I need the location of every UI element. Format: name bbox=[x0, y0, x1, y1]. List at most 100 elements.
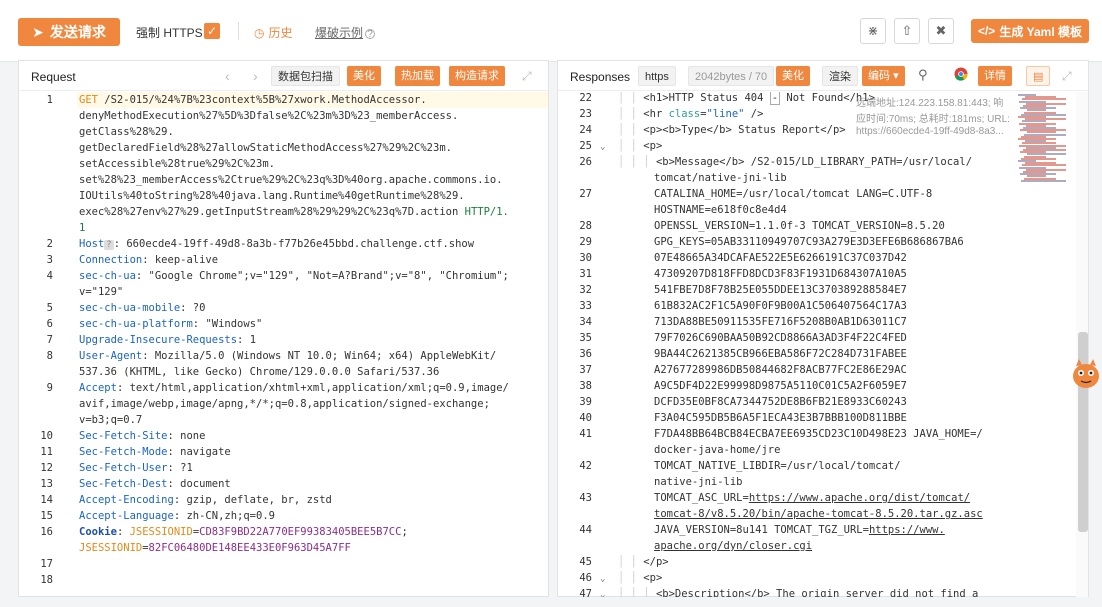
code-line: tomcat-8/v8.5.20/bin/apache-tomcat-8.5.2… bbox=[654, 508, 983, 520]
response-header: Responses https 2042bytes / 70 美化 渲染 编码 … bbox=[558, 61, 1088, 91]
line-number: 17 bbox=[40, 558, 53, 570]
render-button[interactable]: 渲染 bbox=[822, 66, 858, 86]
request-header: Request ‹ › 数据包扫描 美化 热加载 构造请求 ⤢ bbox=[19, 61, 548, 91]
history-button[interactable]: ◷ 历史 bbox=[254, 24, 293, 41]
send-label: 发送请求 bbox=[49, 24, 106, 40]
code-line: HOSTNAME=e618f0c8e4d4 bbox=[654, 204, 787, 216]
fold-chevron-icon[interactable]: ⌄ bbox=[600, 142, 605, 152]
code-line: GET /S2-015/%24%7B%23context%5B%27xwork.… bbox=[79, 94, 427, 106]
line-number: 8 bbox=[46, 350, 53, 362]
line-number: 5 bbox=[46, 302, 53, 314]
line-number: 23 bbox=[579, 108, 592, 120]
share-icon: ⋇ bbox=[867, 23, 879, 38]
code-line: avif,image/webp,image/apng,*/*;q=0.8,app… bbox=[79, 398, 490, 410]
burst-label: 爆破示例 bbox=[315, 26, 364, 40]
line-number: 47 bbox=[579, 588, 592, 597]
help-icon[interactable]: ? bbox=[365, 29, 376, 40]
line-number: 2 bbox=[46, 238, 53, 250]
line-number: 46 bbox=[579, 572, 592, 584]
send-request-button[interactable]: ➤ 发送请求 bbox=[18, 18, 120, 46]
chevron-down-icon: ▾ bbox=[893, 70, 899, 82]
line-number: 13 bbox=[40, 478, 53, 490]
response-editor[interactable]: 22 23 24 25 26 27 28 29 30 31 32 33 34 3… bbox=[558, 92, 1088, 597]
line-number: 12 bbox=[40, 462, 53, 474]
code-line: OPENSSL_VERSION=1.1.0f-3 TOMCAT_VERSION=… bbox=[654, 220, 945, 232]
line-number: 40 bbox=[579, 412, 592, 424]
divider bbox=[238, 22, 239, 40]
line-number: 33 bbox=[579, 300, 592, 312]
code-line: Accept-Encoding: gzip, deflate, br, zstd bbox=[79, 494, 332, 506]
burst-example-link[interactable]: 爆破示例? bbox=[315, 24, 376, 41]
chevron-left-icon[interactable]: ‹ bbox=[225, 68, 230, 84]
line-number: 37 bbox=[579, 364, 592, 376]
search-icon[interactable]: ⚲ bbox=[918, 67, 928, 83]
code-line: v=b3;q=0.7 bbox=[79, 414, 143, 426]
code-line: CATALINA_HOME=/usr/local/tomcat LANG=C.U… bbox=[654, 188, 933, 200]
code-line: │ │ <p> bbox=[618, 140, 663, 152]
share-button[interactable]: ⋇ bbox=[860, 18, 886, 44]
code-line: 07E48665A34DCAFAE522E5E6266191C37C037D42 bbox=[654, 252, 907, 264]
line-number: 42 bbox=[579, 460, 592, 472]
expand-icon[interactable]: ⤢ bbox=[522, 69, 532, 84]
code-line: sec-ch-ua-platform: "Windows" bbox=[79, 318, 263, 330]
chevron-right-icon[interactable]: › bbox=[253, 68, 258, 84]
beautify-button[interactable]: 美化 bbox=[347, 66, 381, 86]
response-beautify-button[interactable]: 美化 bbox=[776, 66, 810, 86]
code-line: Host?: 660ecde4-19ff-49d8-8a3b-f77b26e45… bbox=[79, 238, 475, 250]
hot-load-button[interactable]: 热加载 bbox=[395, 66, 440, 86]
code-line: A9C5DF4D22E99998D9875A5110C01C5A2F6059E7 bbox=[654, 380, 907, 392]
request-editor[interactable]: 1 2 3 4 5 6 7 8 9 10 11 12 13 14 15 16 1… bbox=[19, 92, 548, 597]
fold-chevron-icon[interactable]: ⌄ bbox=[600, 574, 605, 584]
code-line: 47309207D818FFD8DCD3F83F1931D684307A10A5 bbox=[654, 268, 907, 280]
line-number: 1 bbox=[46, 94, 53, 106]
chrome-icon[interactable] bbox=[954, 67, 968, 84]
force-https-checkbox[interactable]: ✓ bbox=[204, 23, 220, 39]
minimap[interactable] bbox=[1014, 94, 1070, 184]
response-gutter: 22 23 24 25 26 27 28 29 30 31 32 33 34 3… bbox=[558, 92, 614, 597]
scheme-badge: https bbox=[638, 66, 676, 86]
line-number: 6 bbox=[46, 318, 53, 330]
send-icon: ➤ bbox=[32, 23, 44, 40]
line-number: 4 bbox=[46, 270, 53, 282]
line-number: 11 bbox=[40, 446, 53, 458]
build-request-button[interactable]: 构造请求 bbox=[449, 66, 505, 86]
export-button[interactable]: ⇧ bbox=[894, 18, 920, 44]
scrollbar[interactable] bbox=[1076, 92, 1088, 597]
code-line: Sec-Fetch-User: ?1 bbox=[79, 462, 193, 474]
comment-icon[interactable]: ▤ bbox=[1026, 66, 1051, 86]
force-https-label: 强制 HTTPS bbox=[136, 26, 203, 40]
encode-dropdown[interactable]: 编码 ▾ bbox=[862, 66, 905, 86]
code-line: User-Agent: Mozilla/5.0 (Windows NT 10.0… bbox=[79, 350, 497, 362]
code-line: F7DA48BB64BCB84ECBA7EE6935CD23C10D498E23… bbox=[654, 428, 983, 440]
line-number: 18 bbox=[40, 574, 53, 586]
line-number: 14 bbox=[40, 494, 53, 506]
line-number: 10 bbox=[40, 430, 53, 442]
code-line: apache.org/dyn/closer.cgi bbox=[654, 540, 813, 552]
line-number: 45 bbox=[579, 556, 592, 568]
line-number: 32 bbox=[579, 284, 592, 296]
detail-button[interactable]: 详情 bbox=[978, 66, 1012, 86]
code-line: Accept-Language: zh-CN,zh;q=0.9 bbox=[79, 510, 275, 522]
history-label: 历史 bbox=[268, 26, 293, 40]
code-line: sec-ch-ua: "Google Chrome";v="129", "Not… bbox=[79, 270, 509, 282]
fold-chevron-icon[interactable]: ⌄ bbox=[600, 590, 605, 597]
response-expand-icon[interactable]: ⤢ bbox=[1062, 69, 1072, 84]
request-title: Request bbox=[31, 70, 76, 84]
code-line: Upgrade-Insecure-Requests: 1 bbox=[79, 334, 257, 346]
code-line: 79F7026C690BAA50B92CD8866A3AD3F4F22C4FED bbox=[654, 332, 907, 344]
code-line: │ │ <p><b>Type</b> Status Report</p> bbox=[618, 124, 846, 136]
code-line: Accept: text/html,application/xhtml+xml,… bbox=[79, 382, 509, 394]
line-number: 35 bbox=[579, 332, 592, 344]
code-line: sec-ch-ua-mobile: ?0 bbox=[79, 302, 206, 314]
mascot-icon[interactable] bbox=[1070, 356, 1102, 392]
code-line: docker-java-home/jre bbox=[654, 444, 781, 456]
code-line: DCFD35E0BF8CA7344752DE8B6FB21E8933C60243 bbox=[654, 396, 907, 408]
line-number: 26 bbox=[579, 156, 592, 168]
code-line: F3A04C595DB5B6A5F1ECA43E3B7BBB100D811BBE bbox=[654, 412, 907, 424]
clear-button[interactable]: ✖ bbox=[928, 18, 954, 44]
code-line: Cookie: JSESSIONID=CD83F9BD22A770EF99383… bbox=[79, 526, 408, 538]
generate-yaml-button[interactable]: </> 生成 Yaml 模板 bbox=[971, 19, 1089, 43]
packet-scan-button[interactable]: 数据包扫描 bbox=[271, 66, 340, 86]
code-line: 1 bbox=[79, 222, 86, 234]
line-number: 9 bbox=[46, 382, 53, 394]
